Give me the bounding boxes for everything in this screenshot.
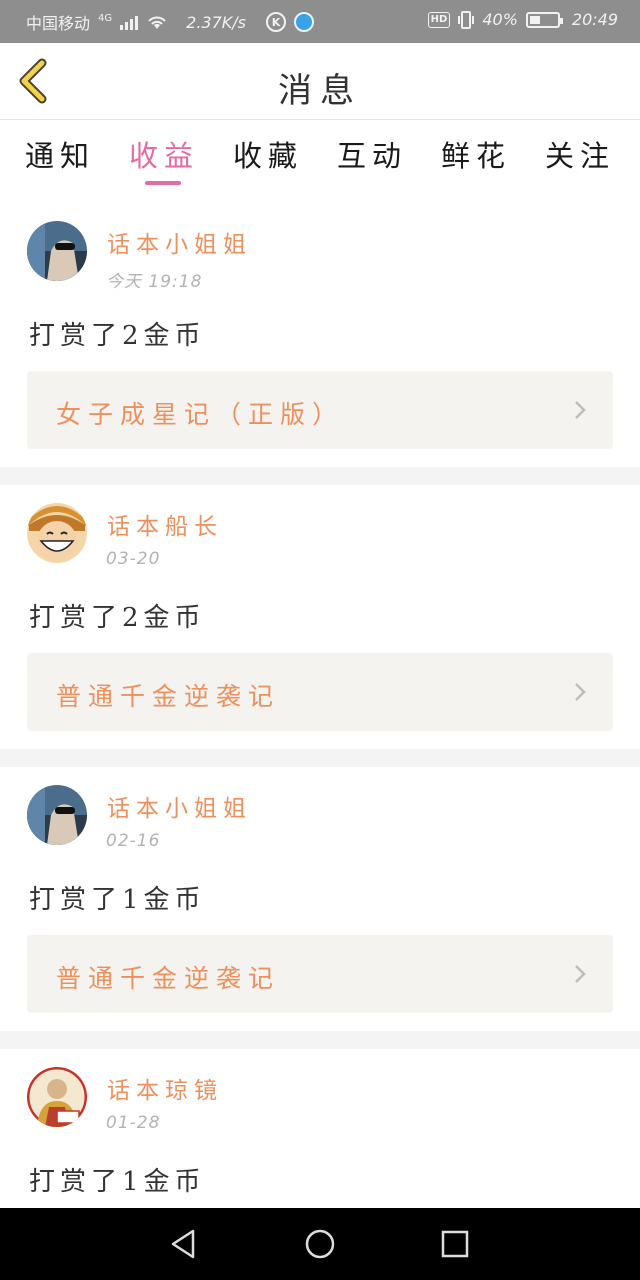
timestamp: 03-20 [106, 549, 161, 569]
reward-message: 打赏了1金币 [29, 1167, 206, 1197]
username[interactable]: 话本琼镜 [107, 1071, 223, 1105]
book-link[interactable]: 女子成星记（正版） [27, 371, 613, 449]
triangle-back-icon[interactable] [165, 1226, 201, 1262]
book-title: 女子成星记（正版） [56, 400, 345, 429]
divider [0, 749, 640, 767]
reward-message: 打赏了2金币 [29, 321, 206, 351]
chevron-right-icon [575, 965, 586, 983]
divider [0, 467, 640, 485]
active-tab-indicator [145, 181, 181, 185]
timestamp: 02-16 [106, 831, 161, 851]
music-app-icon [293, 12, 314, 32]
system-nav-bar [0, 1208, 640, 1280]
tab-following[interactable]: 关注 [530, 133, 630, 175]
book-title: 普通千金逆袭记 [56, 682, 281, 711]
status-bar: 中国移动 4G 2.37K/s K HD 40% 20:49 [0, 0, 640, 43]
circle-home-icon[interactable] [302, 1226, 338, 1262]
list-item: 话本小姐姐 今天 19:18 打赏了2金币 女子成星记（正版） [0, 203, 640, 467]
tab-earnings[interactable]: 收益 [114, 133, 214, 175]
hd-icon: HD [427, 11, 451, 28]
list-item: 话本船长 03-20 打赏了2金币 普通千金逆袭记 [0, 485, 640, 749]
username[interactable]: 话本小姐姐 [107, 225, 252, 259]
book-title: 普通千金逆袭记 [56, 964, 281, 993]
avatar[interactable] [27, 503, 87, 563]
avatar[interactable] [27, 221, 87, 281]
username[interactable]: 话本船长 [107, 507, 223, 541]
reward-message: 打赏了1金币 [29, 885, 206, 915]
battery-percent: 40% [482, 10, 518, 29]
tab-bar: 通知 收益 收藏 互动 鲜花 关注 [0, 121, 640, 203]
carrier-label: 中国移动 [26, 14, 91, 33]
divider [0, 1031, 640, 1049]
tab-interactions[interactable]: 互动 [322, 133, 422, 175]
timestamp: 01-28 [106, 1113, 161, 1133]
square-recent-icon[interactable] [437, 1226, 473, 1262]
tab-favorites[interactable]: 收藏 [218, 133, 318, 175]
chevron-right-icon [575, 401, 586, 419]
signal-icon [120, 14, 139, 30]
username[interactable]: 话本小姐姐 [107, 789, 252, 823]
network-speed: 2.37K/s [186, 12, 246, 32]
tab-notifications[interactable]: 通知 [10, 133, 110, 175]
k-app-icon: K [265, 12, 286, 32]
network-type: 4G [98, 12, 113, 24]
book-link[interactable]: 普通千金逆袭记 [27, 653, 613, 731]
reward-message: 打赏了2金币 [29, 603, 206, 633]
timestamp: 今天 19:18 [106, 272, 203, 292]
vibrate-icon [458, 10, 475, 29]
header: 消息 [0, 43, 640, 120]
earnings-feed: 话本小姐姐 今天 19:18 打赏了2金币 女子成星记（正版） 话本船长 03-… [0, 203, 640, 1280]
clock: 20:49 [571, 10, 618, 29]
chevron-right-icon [575, 683, 586, 701]
wifi-icon [148, 16, 166, 29]
battery-icon [525, 11, 563, 28]
page-title: 消息 [278, 71, 362, 111]
avatar[interactable] [27, 1067, 87, 1127]
tab-flowers[interactable]: 鲜花 [426, 133, 526, 175]
avatar[interactable] [27, 785, 87, 845]
book-link[interactable]: 普通千金逆袭记 [27, 935, 613, 1013]
list-item: 话本小姐姐 02-16 打赏了1金币 普通千金逆袭记 [0, 767, 640, 1031]
